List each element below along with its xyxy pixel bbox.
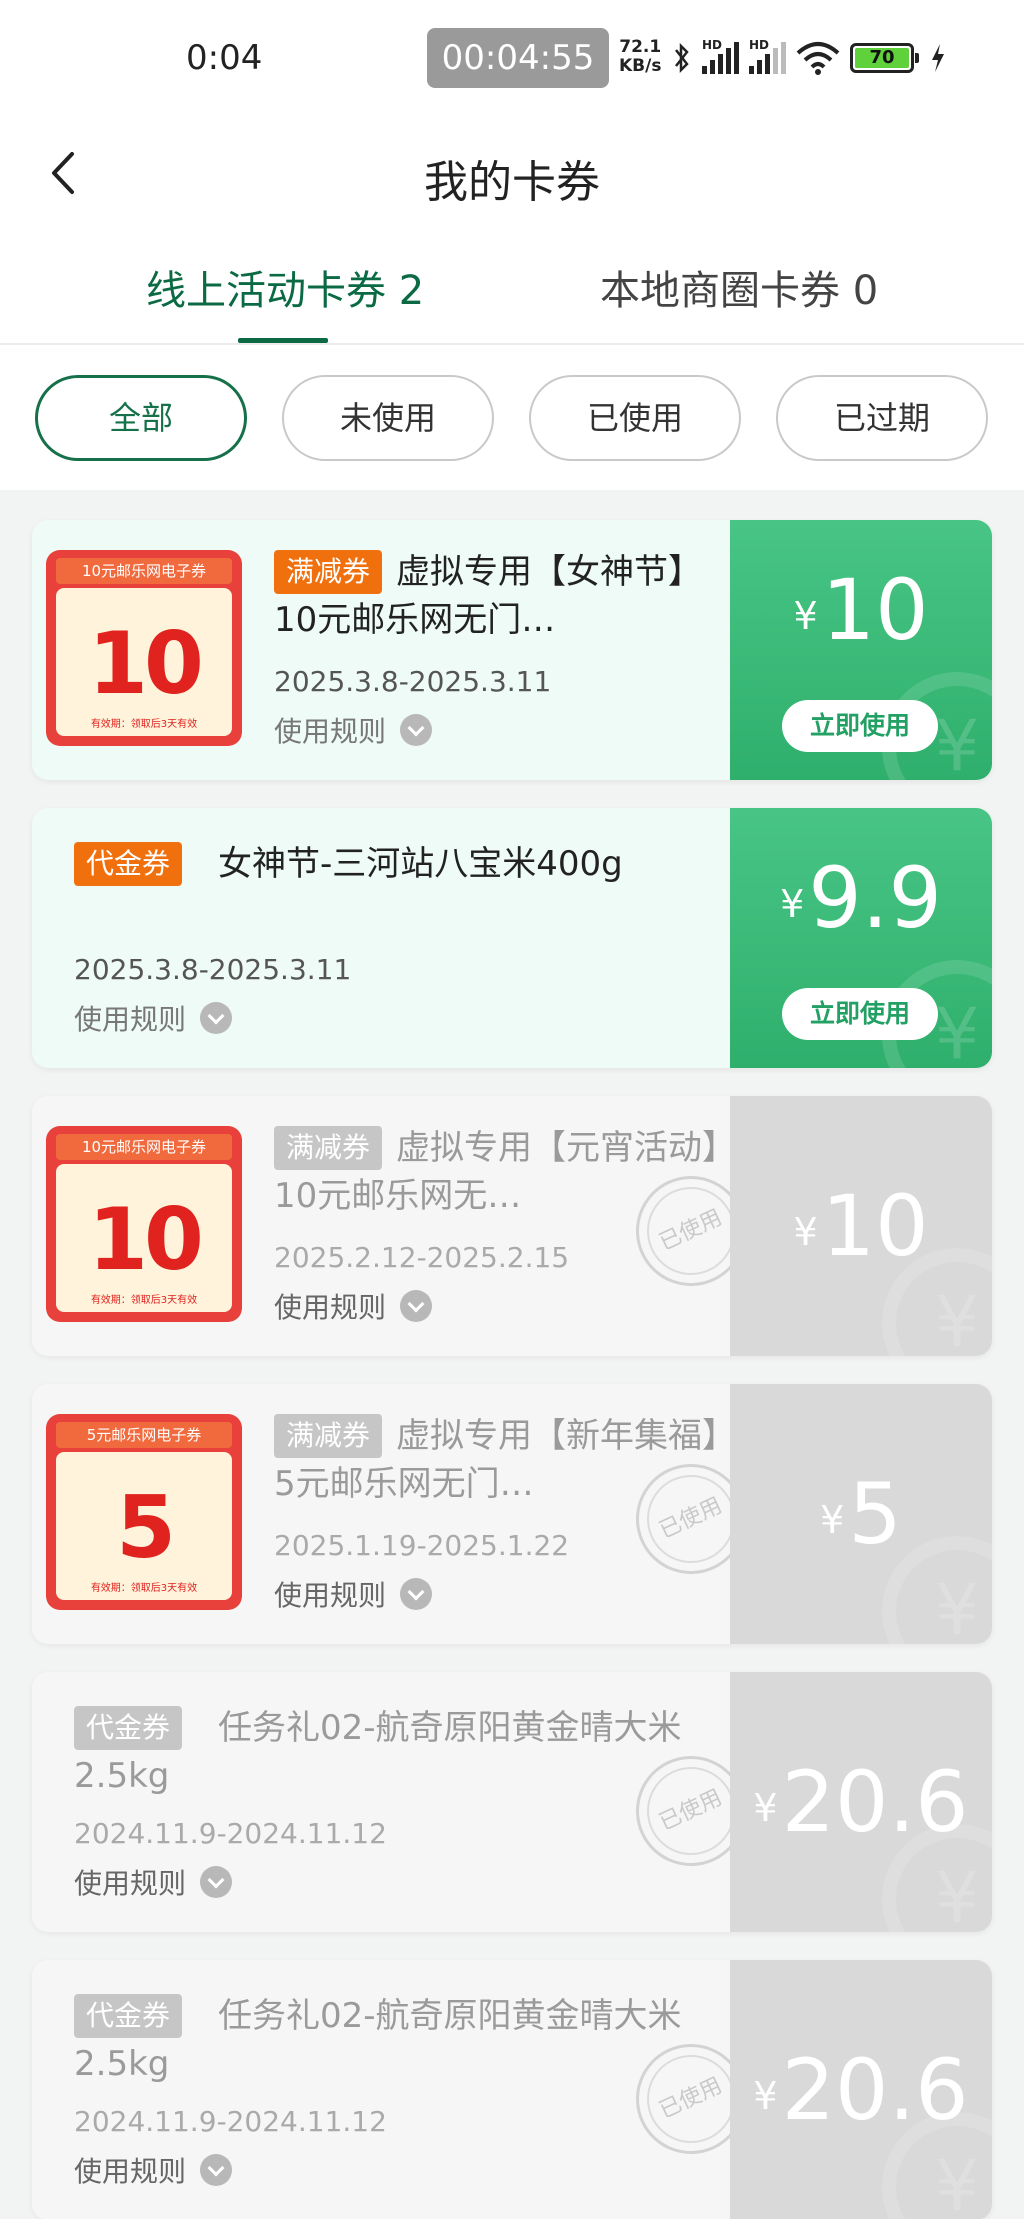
use-now-button[interactable]: 立即使用 <box>782 988 938 1040</box>
charging-icon <box>932 44 944 72</box>
chevron-down-icon <box>400 1290 433 1322</box>
tab-online-coupons[interactable]: 线上活动卡券 2 <box>146 258 424 316</box>
coupon-validity: 2025.2.12-2025.2.15 <box>274 1241 570 1274</box>
chevron-down-icon <box>200 1002 233 1034</box>
coupon-value: ¥10 <box>793 561 929 659</box>
coupon-value-panel: ¥ ¥10 立即使用 <box>730 520 992 780</box>
coupon-validity: 2024.11.9-2024.11.12 <box>74 2105 387 2138</box>
coupon-validity: 2025.3.8-2025.3.11 <box>274 665 552 698</box>
coupon-validity: 2025.3.8-2025.3.11 <box>74 953 352 986</box>
status-time: 0:04 <box>186 38 263 78</box>
coupon-value: ¥9.9 <box>780 849 942 947</box>
status-filters: 全部 未使用 已使用 已过期 <box>0 345 1024 490</box>
coupon-thumbnail: 10元邮乐网电子券 10 有效期：领取后3天有效 <box>46 550 242 746</box>
status-icons: HD HD 70 <box>672 38 946 78</box>
coupon-card[interactable]: 代金券 任务礼02-航奇原阳黄金晴大米2.5kg 2024.11.9-2024.… <box>32 1672 992 1932</box>
coupon-value-panel: ¥ ¥20.6 <box>730 1960 992 2219</box>
chevron-down-icon <box>200 1866 233 1898</box>
filter-expired[interactable]: 已过期 <box>776 375 988 461</box>
status-bar: 0:04 00:04:55 72.1 KB/s HD HD 70 <box>0 0 1024 118</box>
coupon-title: 女神节-三河站八宝米400g <box>218 844 623 884</box>
nav-bar: 我的卡券 <box>0 118 1024 228</box>
filter-unused[interactable]: 未使用 <box>282 375 494 461</box>
usage-rules-toggle[interactable]: 使用规则 <box>274 710 433 750</box>
wifi-icon <box>796 42 840 75</box>
usage-rules-toggle[interactable]: 使用规则 <box>74 2150 233 2190</box>
coupon-card[interactable]: 5元邮乐网电子券 5 有效期：领取后3天有效 满减券 虚拟专用【新年集福】5元邮… <box>32 1384 992 1644</box>
coupon-value-panel: ¥ ¥5 <box>730 1384 992 1644</box>
coupon-title: 虚拟专用【女神节】10元邮乐网无门… <box>274 552 702 640</box>
coupon-validity: 2024.11.9-2024.11.12 <box>74 1817 387 1850</box>
tab-local-coupons[interactable]: 本地商圈卡券 0 <box>600 258 878 316</box>
battery-icon: 70 <box>850 43 919 73</box>
filter-used[interactable]: 已使用 <box>529 375 741 461</box>
usage-rules-toggle[interactable]: 使用规则 <box>274 1286 433 1326</box>
filter-all[interactable]: 全部 <box>35 375 247 461</box>
usage-rules-toggle[interactable]: 使用规则 <box>74 998 233 1038</box>
coupon-value: ¥20.6 <box>753 1753 969 1851</box>
usage-rules-toggle[interactable]: 使用规则 <box>274 1574 433 1614</box>
coupon-type-badge: 代金券 <box>74 842 183 886</box>
usage-rules-toggle[interactable]: 使用规则 <box>74 1862 233 1902</box>
coupon-value: ¥5 <box>820 1465 902 1563</box>
chevron-down-icon <box>400 1578 433 1610</box>
battery-level: 70 <box>855 48 909 68</box>
chevron-down-icon <box>400 714 433 746</box>
coupon-card[interactable]: 10元邮乐网电子券 10 有效期：领取后3天有效 满减券 虚拟专用【女神节】10… <box>32 520 992 780</box>
coupon-validity: 2025.1.19-2025.1.22 <box>274 1529 570 1562</box>
active-tab-indicator <box>238 338 328 343</box>
coupon-value-panel: ¥ ¥20.6 <box>730 1672 992 1932</box>
coupon-value-panel: ¥ ¥10 <box>730 1096 992 1356</box>
use-now-button[interactable]: 立即使用 <box>782 700 938 752</box>
coupon-card[interactable]: 代金券 女神节-三河站八宝米400g 2025.3.8-2025.3.11 使用… <box>32 808 992 1068</box>
coupon-thumbnail: 10元邮乐网电子券 10 有效期：领取后3天有效 <box>46 1126 242 1322</box>
signal-icon: HD <box>749 38 786 74</box>
coupon-title: 任务礼02-航奇原阳黄金晴大米2.5kg <box>74 1708 682 1796</box>
coupon-title: 任务礼02-航奇原阳黄金晴大米2.5kg <box>74 1996 682 2084</box>
coupon-value-panel: ¥ ¥9.9 立即使用 <box>730 808 992 1068</box>
coupon-card[interactable]: 代金券 任务礼02-航奇原阳黄金晴大米2.5kg 2024.11.9-2024.… <box>32 1960 992 2219</box>
signal-icon: HD <box>702 38 739 74</box>
coupon-tabs: 线上活动卡券 2 本地商圈卡券 0 <box>0 228 1024 345</box>
recording-timer: 00:04:55 <box>427 28 609 88</box>
bluetooth-icon <box>675 42 689 74</box>
coupon-value: ¥10 <box>793 1177 929 1275</box>
chevron-down-icon <box>200 2154 233 2186</box>
network-speed: 72.1 KB/s <box>619 37 662 76</box>
coupon-thumbnail: 5元邮乐网电子券 5 有效期：领取后3天有效 <box>46 1414 242 1610</box>
coupon-card[interactable]: 10元邮乐网电子券 10 有效期：领取后3天有效 满减券 虚拟专用【元宵活动】1… <box>32 1096 992 1356</box>
coupon-value: ¥20.6 <box>753 2041 969 2139</box>
page-title: 我的卡券 <box>424 157 600 208</box>
